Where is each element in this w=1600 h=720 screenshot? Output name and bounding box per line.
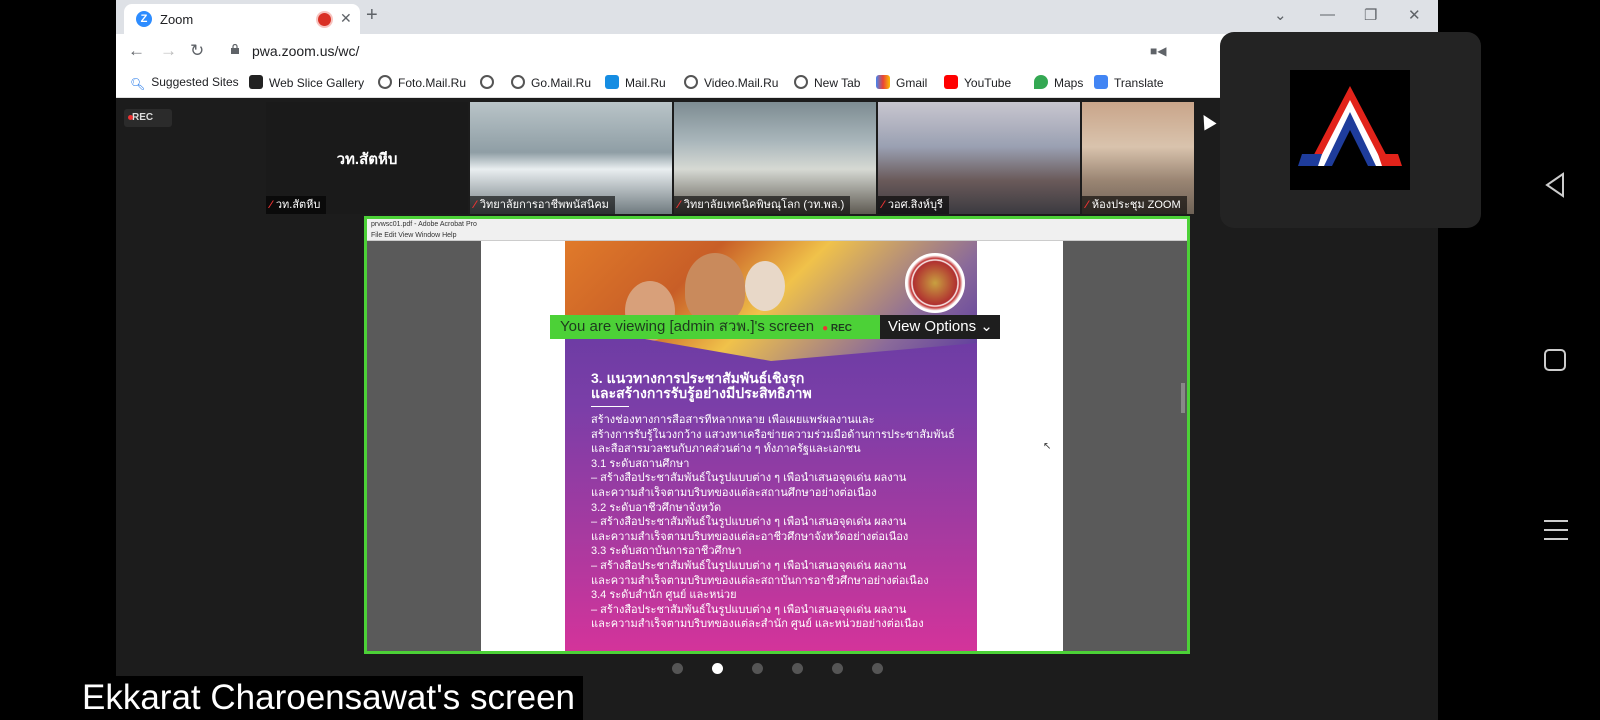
globe-icon (511, 75, 525, 89)
muted-mic-icon: ⁄ (678, 199, 680, 211)
emblem-seal-icon (905, 253, 965, 313)
globe-icon (794, 75, 808, 89)
bookmark-web-slice-gallery[interactable]: Web Slice Gallery (249, 75, 364, 90)
globe-icon (378, 75, 392, 89)
page-dot[interactable] (712, 663, 723, 674)
recording-indicator-icon (318, 13, 331, 26)
pdf-document: 3. แนวทางการประชาสัมพันธ์เชิงรุก และสร้า… (565, 241, 977, 651)
globe-icon (684, 75, 698, 89)
bookmark-youtube[interactable]: YouTube (944, 75, 1011, 90)
acrobat-title-bar: prvwsc01.pdf - Adobe Acrobat Pro (367, 219, 1187, 231)
page-dot[interactable] (672, 663, 683, 674)
participant-thumbnail[interactable]: ⁄ วิทยาลัยเทคนิคพิษณุโลก (วท.พล.) (674, 102, 876, 214)
participant-thumbnail[interactable]: ⁄ วิทยาลัยการอาชีพพนัสนิคม (470, 102, 672, 214)
presenter-tile[interactable] (1220, 32, 1481, 228)
android-nav-bar (1510, 0, 1600, 720)
minimize-button[interactable]: — (1320, 6, 1335, 23)
bookmark-globe[interactable] (480, 75, 500, 90)
mouse-cursor-icon: ↖ (1043, 441, 1052, 452)
url-text: pwa.zoom.us/wc/ (252, 43, 360, 59)
bookmark-suggested-sites[interactable]: 🔍︎ Suggested Sites (130, 75, 239, 91)
youtube-icon (944, 75, 958, 89)
view-options-button[interactable]: View Options ⌄ (880, 315, 1000, 339)
participant-name-large: วท.สัตหีบ (336, 151, 398, 168)
home-nav-icon[interactable] (1543, 348, 1567, 372)
translate-icon (1094, 75, 1108, 89)
participant-label: ⁄ วิทยาลัยเทคนิคพิษณุโลก (วท.พล.) (674, 196, 851, 214)
participant-label: ⁄ ห้องประชุม ZOOM (1082, 196, 1187, 214)
page-dot[interactable] (752, 663, 763, 674)
muted-mic-icon: ⁄ (270, 199, 272, 211)
bookmark-mail-ru[interactable]: Mail.Ru (605, 75, 666, 90)
recents-nav-icon[interactable] (1543, 518, 1569, 542)
doc-heading: 3. แนวทางการประชาสัมพันธ์เชิงรุก และสร้า… (591, 370, 812, 401)
restore-button[interactable]: ❐ (1364, 6, 1377, 24)
presenter-logo-icon (1290, 70, 1410, 190)
forward-icon[interactable]: → (160, 41, 177, 61)
lock-icon (231, 44, 239, 54)
participant-label: ⁄ วิทยาลัยการอาชีพพนัสนิคม (470, 196, 615, 214)
chevron-down-icon: ⌄ (980, 318, 993, 335)
recording-badge: REC (124, 109, 172, 127)
globe-icon (480, 75, 494, 89)
participant-thumbnail[interactable]: วท.สัตหีบ ⁄ วท.สัตหีบ (266, 102, 468, 214)
new-tab-button[interactable]: + (366, 4, 378, 27)
muted-mic-icon: ⁄ (474, 199, 476, 211)
bookmark-maps[interactable]: Maps (1034, 75, 1083, 90)
bookmark-go-mail-ru[interactable]: Go.Mail.Ru (511, 75, 591, 90)
mail-ru-icon (605, 75, 619, 89)
back-nav-icon[interactable] (1543, 172, 1567, 198)
page-dot[interactable] (792, 663, 803, 674)
tab-title: Zoom (160, 12, 194, 27)
reload-icon[interactable]: ↻ (190, 41, 204, 61)
divider (591, 406, 629, 407)
bookmark-foto-mail-ru[interactable]: Foto.Mail.Ru (378, 75, 466, 90)
close-window-button[interactable]: ✕ (1408, 6, 1421, 24)
bookmark-gmail[interactable]: Gmail (876, 75, 927, 90)
shared-screen: prvwsc01.pdf - Adobe Acrobat Pro File Ed… (364, 216, 1190, 654)
maps-icon (1034, 75, 1048, 89)
participant-thumbnail[interactable]: ⁄ ห้องประชุม ZOOM (1082, 102, 1194, 214)
acrobat-menu-bar: File Edit View Window Help (367, 231, 1187, 241)
tab-strip: Z Zoom ✕ + ⌄ — ❐ ✕ (116, 0, 1438, 34)
muted-mic-icon: ⁄ (1086, 199, 1088, 211)
camera-icon[interactable]: ■◀ (1150, 44, 1166, 58)
bookmark-translate[interactable]: Translate (1094, 75, 1164, 90)
page-dot[interactable] (872, 663, 883, 674)
search-icon: 🔍︎ (130, 77, 146, 91)
doc-body: สร้างช่องทางการสื่อสารที่หลากหลาย เพื่อเ… (591, 414, 955, 631)
viewing-banner: You are viewing [admin สวพ.]'s screenREC (550, 315, 880, 339)
muted-mic-icon: ⁄ (882, 199, 884, 211)
participant-label: ⁄ วอศ.สิงห์บุรี (878, 196, 949, 214)
tab-close-icon[interactable]: ✕ (340, 10, 352, 27)
participant-label: ⁄ วท.สัตหีบ (266, 196, 327, 214)
screen-caption: Ekkarat Charoensawat's screen (80, 676, 584, 720)
participant-thumbnail[interactable]: ⁄ วอศ.สิงห์บุรี (878, 102, 1080, 214)
bookmark-new-tab[interactable]: New Tab (794, 75, 860, 90)
page-dot[interactable] (832, 663, 843, 674)
back-icon[interactable]: ← (128, 41, 145, 61)
gmail-icon (876, 75, 890, 89)
tab-zoom[interactable]: Z Zoom ✕ (124, 4, 360, 34)
web-slice-icon (249, 75, 263, 89)
address-bar[interactable]: pwa.zoom.us/wc/ ■◀ (226, 38, 1316, 64)
zoom-logo-icon: Z (136, 11, 152, 27)
scrollbar-thumb[interactable] (1181, 383, 1185, 413)
bookmark-video-mail-ru[interactable]: Video.Mail.Ru (684, 75, 778, 90)
rec-indicator: REC (822, 323, 852, 334)
tab-search-icon[interactable]: ⌄ (1274, 6, 1287, 24)
